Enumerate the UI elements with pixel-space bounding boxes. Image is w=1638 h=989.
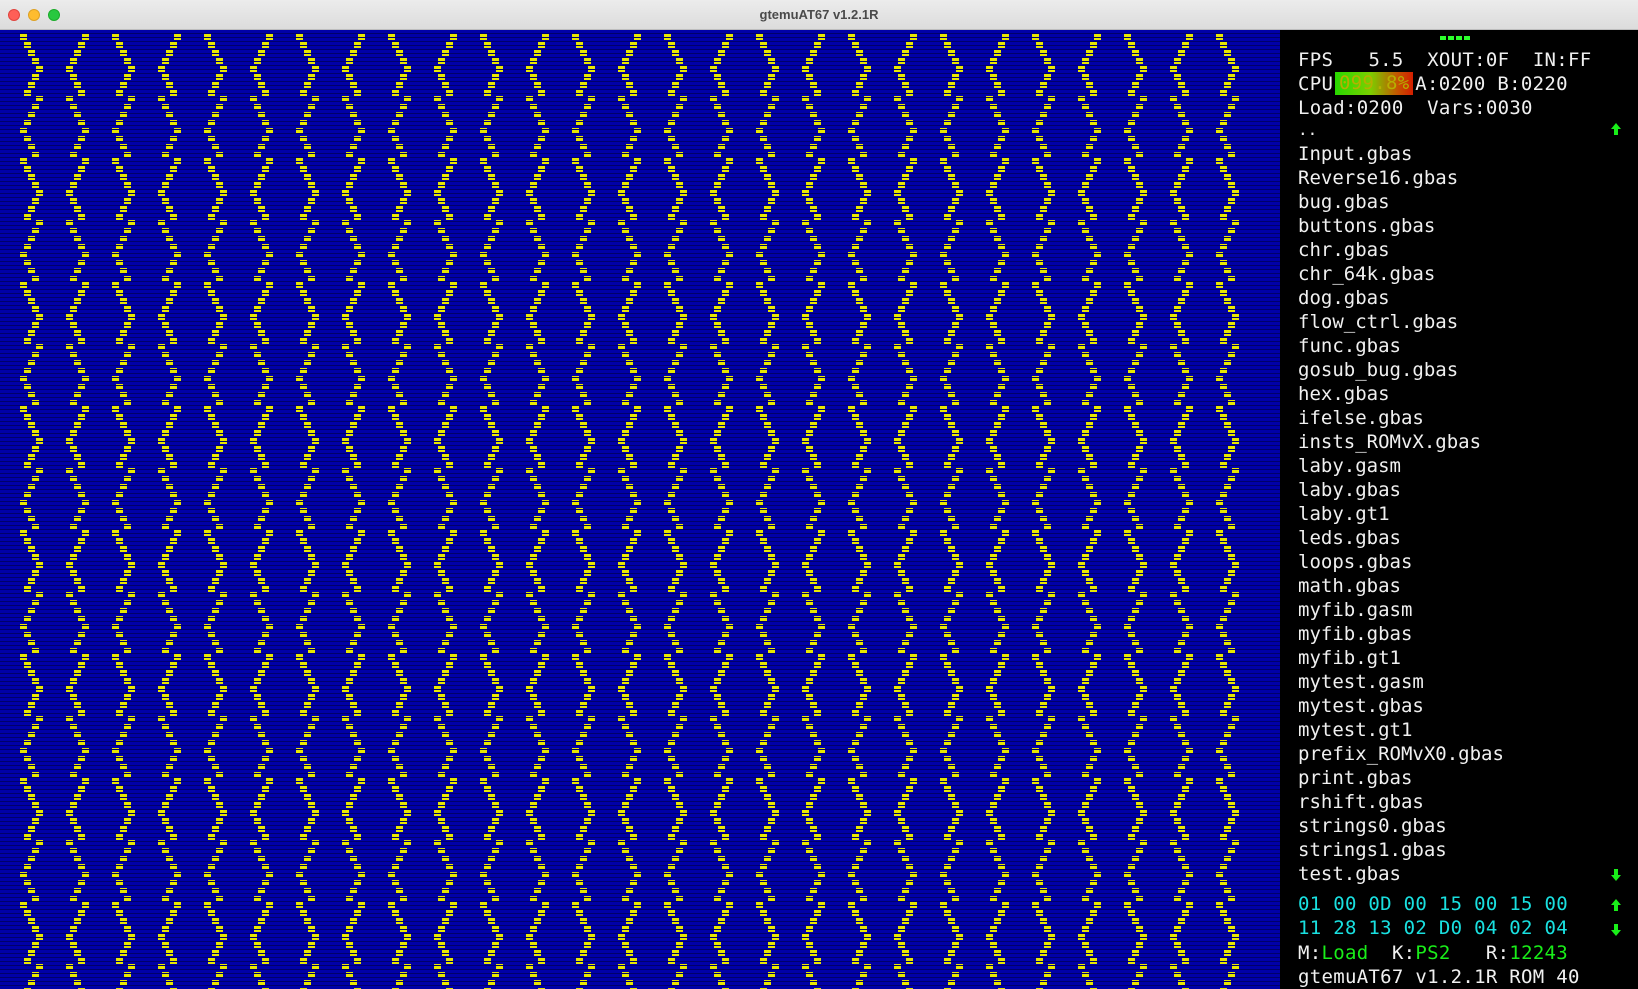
file-item[interactable]: gosub_bug.gbas (1298, 358, 1618, 382)
file-item[interactable]: print.gbas (1298, 766, 1618, 790)
in-value: IN:FF (1532, 49, 1592, 71)
status-line: M:Load K:PS2 R:12243 (1298, 941, 1568, 965)
file-item[interactable]: prefix_ROMvX0.gbas (1298, 742, 1618, 766)
file-item[interactable]: func.gbas (1298, 334, 1618, 358)
file-items: Input.gbas Reverse16.gbas bug.gbas buttons.… (1298, 142, 1618, 886)
cpu-line: CPU 099.8% A:0200 B:0220 (1298, 72, 1568, 96)
file-item[interactable]: hex.gbas (1298, 382, 1618, 406)
arrow-down-icon[interactable] (1610, 868, 1622, 882)
file-item[interactable]: insts_ROMvX.gbas (1298, 430, 1618, 454)
file-item[interactable]: chr.gbas (1298, 238, 1618, 262)
xout-value: XOUT:0F (1427, 49, 1510, 71)
file-item[interactable]: strings1.gbas (1298, 838, 1618, 862)
file-item[interactable]: test.gbas (1298, 862, 1618, 886)
footer-version: gtemuAT67 v1.2.1R ROM 40 (1298, 966, 1580, 988)
file-item[interactable]: mytest.gasm (1298, 670, 1618, 694)
cpu-usage-meter: 099.8% (1335, 72, 1414, 95)
rom-value: 12243 (1509, 942, 1569, 964)
keyboard-value[interactable]: PS2 (1415, 942, 1450, 964)
a-register: A:0200 (1415, 73, 1486, 95)
file-item[interactable]: Input.gbas (1298, 142, 1618, 166)
file-item[interactable]: loops.gbas (1298, 550, 1618, 574)
file-item[interactable]: myfib.gasm (1298, 598, 1618, 622)
file-item[interactable]: Reverse16.gbas (1298, 166, 1618, 190)
screen-pattern (0, 30, 1280, 989)
file-item[interactable]: dog.gbas (1298, 286, 1618, 310)
mode-value[interactable]: Load (1321, 942, 1368, 964)
file-item[interactable]: myfib.gt1 (1298, 646, 1618, 670)
emulator-screen[interactable] (0, 30, 1280, 989)
parent-directory-item[interactable]: .. (1298, 118, 1618, 142)
memory-row-1: 01 00 0D 00 15 00 15 00 (1298, 893, 1568, 915)
rom-label: R: (1485, 942, 1510, 964)
file-item[interactable]: laby.gasm (1298, 454, 1618, 478)
memory-arrow-up-icon[interactable] (1610, 898, 1622, 912)
fps-line: FPS 5.5 XOUT:0F IN:FF (1298, 48, 1592, 72)
file-item[interactable]: rshift.gbas (1298, 790, 1618, 814)
file-item[interactable]: leds.gbas (1298, 526, 1618, 550)
vars-address: Vars:0030 (1427, 97, 1533, 119)
b-register: B:0220 (1497, 73, 1568, 95)
led-indicator (1440, 36, 1470, 40)
load-line: Load:0200 Vars:0030 (1298, 96, 1533, 120)
file-item[interactable]: buttons.gbas (1298, 214, 1618, 238)
file-item[interactable]: strings0.gbas (1298, 814, 1618, 838)
keyboard-label: K: (1391, 942, 1416, 964)
mode-label: M: (1298, 942, 1322, 964)
file-item[interactable]: mytest.gt1 (1298, 718, 1618, 742)
fps-label: FPS (1298, 49, 1334, 71)
fps-value: 5.5 (1368, 49, 1404, 71)
file-item[interactable]: ifelse.gbas (1298, 406, 1618, 430)
file-item[interactable]: flow_ctrl.gbas (1298, 310, 1618, 334)
file-item[interactable]: bug.gbas (1298, 190, 1618, 214)
file-item[interactable]: math.gbas (1298, 574, 1618, 598)
load-address: Load:0200 (1298, 97, 1404, 119)
emulator-sidebar: FPS 5.5 XOUT:0F IN:FF CPU 099.8% A:0200 B:… (1280, 30, 1638, 989)
memory-row-2: 11 28 13 02 D0 04 02 04 (1298, 917, 1568, 939)
file-item[interactable]: myfib.gbas (1298, 622, 1618, 646)
file-item[interactable]: laby.gt1 (1298, 502, 1618, 526)
file-list: .. Input.gbas Reverse16.gbas bug.gbas butto… (1298, 118, 1618, 886)
window-title: gtemuAT67 v1.2.1R (759, 7, 879, 22)
file-item[interactable]: laby.gbas (1298, 478, 1618, 502)
window-titlebar: gtemuAT67 v1.2.1R (0, 0, 1638, 30)
file-item[interactable]: mytest.gbas (1298, 694, 1618, 718)
memory-arrow-down-icon[interactable] (1610, 923, 1622, 937)
file-item[interactable]: chr_64k.gbas (1298, 262, 1618, 286)
cpu-label: CPU (1298, 73, 1334, 95)
